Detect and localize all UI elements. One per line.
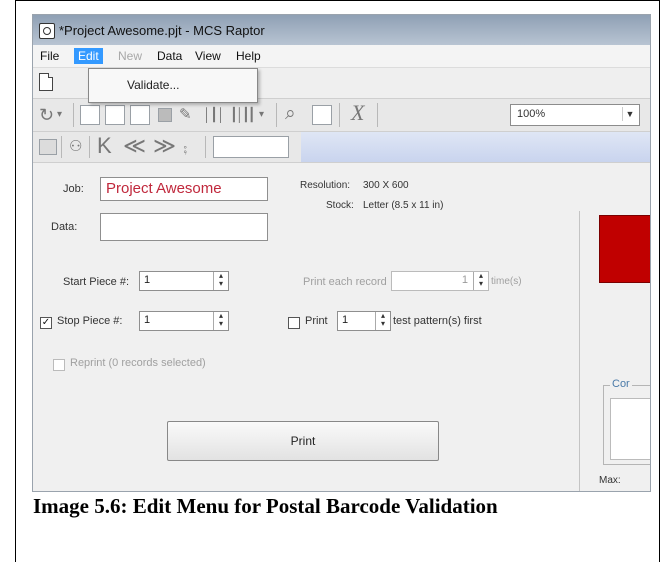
menu-view[interactable]: View xyxy=(195,49,221,63)
counter-display xyxy=(610,398,650,460)
last-record-icon[interactable]: ⨾ xyxy=(183,135,187,157)
test-pattern-suffix: test pattern(s) first xyxy=(393,315,482,327)
image-icon[interactable] xyxy=(158,108,172,122)
figure-caption: Image 5.6: Edit Menu for Postal Barcode … xyxy=(33,494,498,518)
test-pattern-spinner[interactable]: 1 ▴ ▾ xyxy=(337,311,391,331)
toolbar-separator xyxy=(339,103,340,127)
each-record-spinner[interactable]: 1 ▴ ▾ xyxy=(391,271,489,291)
window-title: *Project Awesome.pjt - MCS Raptor xyxy=(59,23,265,38)
each-record-label: Print each record xyxy=(303,276,387,288)
stop-piece-checkbox[interactable]: ✓ xyxy=(40,317,52,329)
zoom-value: 100% xyxy=(517,108,546,120)
layout-icon[interactable] xyxy=(105,105,125,125)
job-field[interactable]: Project Awesome xyxy=(100,177,268,201)
each-record-value: 1 xyxy=(461,274,468,286)
zoom-select[interactable]: 100% ▼ xyxy=(510,104,640,126)
menu-file[interactable]: File xyxy=(40,49,59,63)
print-test-pattern-checkbox[interactable] xyxy=(288,317,300,329)
toolbar-navigation: ⚇ K ≪ ≫ ⨾ xyxy=(33,132,650,163)
edit-menu-dropdown: Validate... xyxy=(88,68,258,103)
toolbar-separator xyxy=(61,136,62,158)
print-button[interactable]: Print xyxy=(167,421,439,461)
toolbar-separator xyxy=(377,103,378,127)
stop-piece-spinner[interactable]: 1 ▴ ▾ xyxy=(139,311,229,331)
form-icon[interactable] xyxy=(80,105,100,125)
toolbar-separator xyxy=(276,103,277,127)
start-piece-value: 1 xyxy=(144,274,151,286)
first-record-icon[interactable]: K xyxy=(97,135,112,157)
main-panel: Job: Project Awesome Data: Resolution: 3… xyxy=(33,163,650,491)
resolution-label: Resolution: xyxy=(300,180,351,191)
edit-icon[interactable]: ✎ xyxy=(179,104,192,126)
reprint-checkbox[interactable] xyxy=(53,359,65,371)
reprint-label: Reprint (0 records selected) xyxy=(70,357,206,369)
magnifier-icon[interactable]: ⌕ xyxy=(285,103,296,125)
next-page-icon[interactable]: ≫ xyxy=(153,135,176,157)
app-icon xyxy=(39,23,55,39)
each-record-suffix: time(s) xyxy=(491,276,522,287)
binoculars-icon[interactable]: ⚇ xyxy=(69,136,82,158)
counter-group-label: Cor xyxy=(610,378,632,390)
counter-group: Cor xyxy=(603,378,650,465)
menu-edit[interactable]: Edit xyxy=(74,48,103,64)
test-pattern-value: 1 xyxy=(342,314,349,326)
template-icon[interactable] xyxy=(130,105,150,125)
spinner-arrows-icon[interactable]: ▴ ▾ xyxy=(473,272,488,290)
stop-piece-label: Stop Piece #: xyxy=(57,315,123,327)
menu-item-validate[interactable]: Validate... xyxy=(127,78,179,92)
data-label: Data: xyxy=(51,221,78,233)
data-field[interactable] xyxy=(100,213,268,241)
barcode-dropdown-icon[interactable]: ▾ xyxy=(259,104,264,126)
toolbar-separator xyxy=(205,136,206,158)
spinner-arrows-icon[interactable]: ▴ ▾ xyxy=(213,272,228,290)
menu-new[interactable]: New xyxy=(118,49,142,63)
max-label: Max: xyxy=(599,475,621,486)
spinner-arrows-icon[interactable]: ▴ ▾ xyxy=(213,312,228,330)
chart-icon[interactable]: │┃│ xyxy=(203,104,225,126)
application-window: *Project Awesome.pjt - MCS Raptor File E… xyxy=(33,15,650,491)
start-piece-spinner[interactable]: 1 ▴ ▾ xyxy=(139,271,229,291)
record-number-input[interactable] xyxy=(213,136,289,158)
job-value: Project Awesome xyxy=(106,180,222,197)
window-icon[interactable] xyxy=(312,105,332,125)
print-label: Print xyxy=(305,315,328,327)
toolbar-background-fill xyxy=(301,132,650,162)
toolbar-separator xyxy=(73,103,74,127)
title-bar: *Project Awesome.pjt - MCS Raptor xyxy=(33,15,650,45)
toolbar-separator xyxy=(89,136,90,158)
status-indicator xyxy=(599,215,650,283)
stock-label: Stock: xyxy=(326,200,354,211)
stop-piece-value: 1 xyxy=(144,314,151,326)
job-label: Job: xyxy=(63,183,84,195)
stock-value: Letter (8.5 x 11 in) xyxy=(363,200,444,211)
spinner-arrows-icon[interactable]: ▴ ▾ xyxy=(375,312,390,330)
panel-divider xyxy=(579,211,580,491)
barcode-icon[interactable]: ┃│┃┃ xyxy=(230,104,256,126)
record-list-icon[interactable] xyxy=(39,139,57,155)
resolution-value: 300 X 600 xyxy=(363,180,409,191)
menu-data[interactable]: Data xyxy=(157,49,182,63)
refresh-dropdown-icon[interactable]: ▾ xyxy=(57,104,62,126)
refresh-icon[interactable]: ↻ xyxy=(39,104,54,126)
new-document-icon[interactable] xyxy=(39,73,53,91)
start-piece-label: Start Piece #: xyxy=(63,276,130,288)
chevron-down-icon[interactable]: ▼ xyxy=(622,107,637,121)
close-x-icon[interactable]: X xyxy=(351,102,364,124)
menu-help[interactable]: Help xyxy=(236,49,261,63)
menu-bar: File Edit New Data View Help xyxy=(33,45,650,68)
prev-page-icon[interactable]: ≪ xyxy=(123,135,146,157)
